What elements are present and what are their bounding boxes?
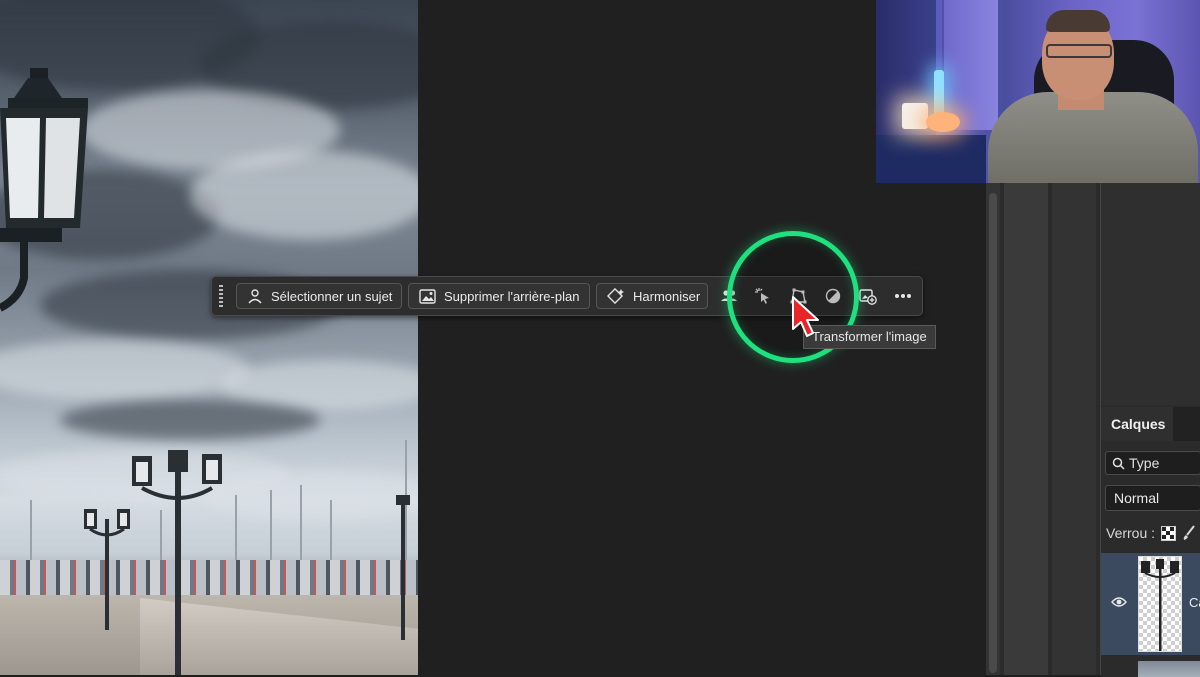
lock-transparency-icon[interactable] [1161, 525, 1177, 541]
harmonize-button[interactable]: Harmoniser [596, 283, 708, 309]
scrollbar-thumb[interactable] [989, 193, 997, 673]
panel-strip [1004, 183, 1048, 675]
mouse-cursor-icon [792, 296, 819, 337]
search-icon [1112, 457, 1125, 470]
tooltip: Transformer l'image [803, 325, 936, 349]
layer-name: Ca [1189, 595, 1200, 610]
layer-row[interactable] [1101, 657, 1200, 677]
subject-icon [248, 289, 262, 304]
street-lamp-triple [132, 450, 222, 675]
properties-panel [1100, 183, 1200, 405]
panel-strip-2 [1052, 183, 1096, 675]
panel-scrollbar[interactable] [986, 183, 1000, 675]
eye-icon[interactable] [1111, 596, 1127, 608]
harmonize-icon [607, 288, 624, 304]
add-image-icon [859, 289, 877, 305]
lamp-thumbnail-icon [1141, 559, 1179, 651]
lock-row: Verrou : [1106, 525, 1196, 541]
canvas-photo [0, 0, 418, 675]
layer-filter-field[interactable]: Type [1105, 451, 1200, 475]
drag-handle[interactable] [219, 285, 223, 307]
harmonize-label: Harmoniser [633, 288, 701, 304]
layer-row[interactable]: Ca [1101, 553, 1200, 655]
lock-label: Verrou : [1106, 525, 1156, 541]
select-subject-button[interactable]: Sélectionner un sujet [236, 283, 402, 309]
layers-panel: Calques Type Normal Verrou : C [1100, 405, 1200, 677]
tab-bar-empty [1173, 407, 1200, 441]
tab-layers[interactable]: Calques [1101, 407, 1173, 441]
webcam-overlay [876, 0, 1200, 183]
remove-background-button[interactable]: Supprimer l'arrière-plan [408, 283, 590, 309]
image-remove-bg-icon [419, 288, 436, 304]
more-options-button[interactable] [891, 284, 915, 308]
brush-icon[interactable] [1182, 525, 1196, 541]
street-lamp-small [84, 509, 130, 630]
add-image-button[interactable] [856, 284, 880, 308]
more-icon [895, 294, 911, 298]
layer-thumbnail [1138, 556, 1182, 652]
blend-mode-select[interactable]: Normal [1105, 485, 1200, 511]
select-subject-label: Sélectionner un sujet [271, 288, 393, 304]
street-lamp-large [0, 68, 88, 312]
layer-filter-label: Type [1129, 455, 1160, 471]
remove-background-label: Supprimer l'arrière-plan [444, 288, 580, 304]
street-lamp-far [396, 495, 410, 640]
